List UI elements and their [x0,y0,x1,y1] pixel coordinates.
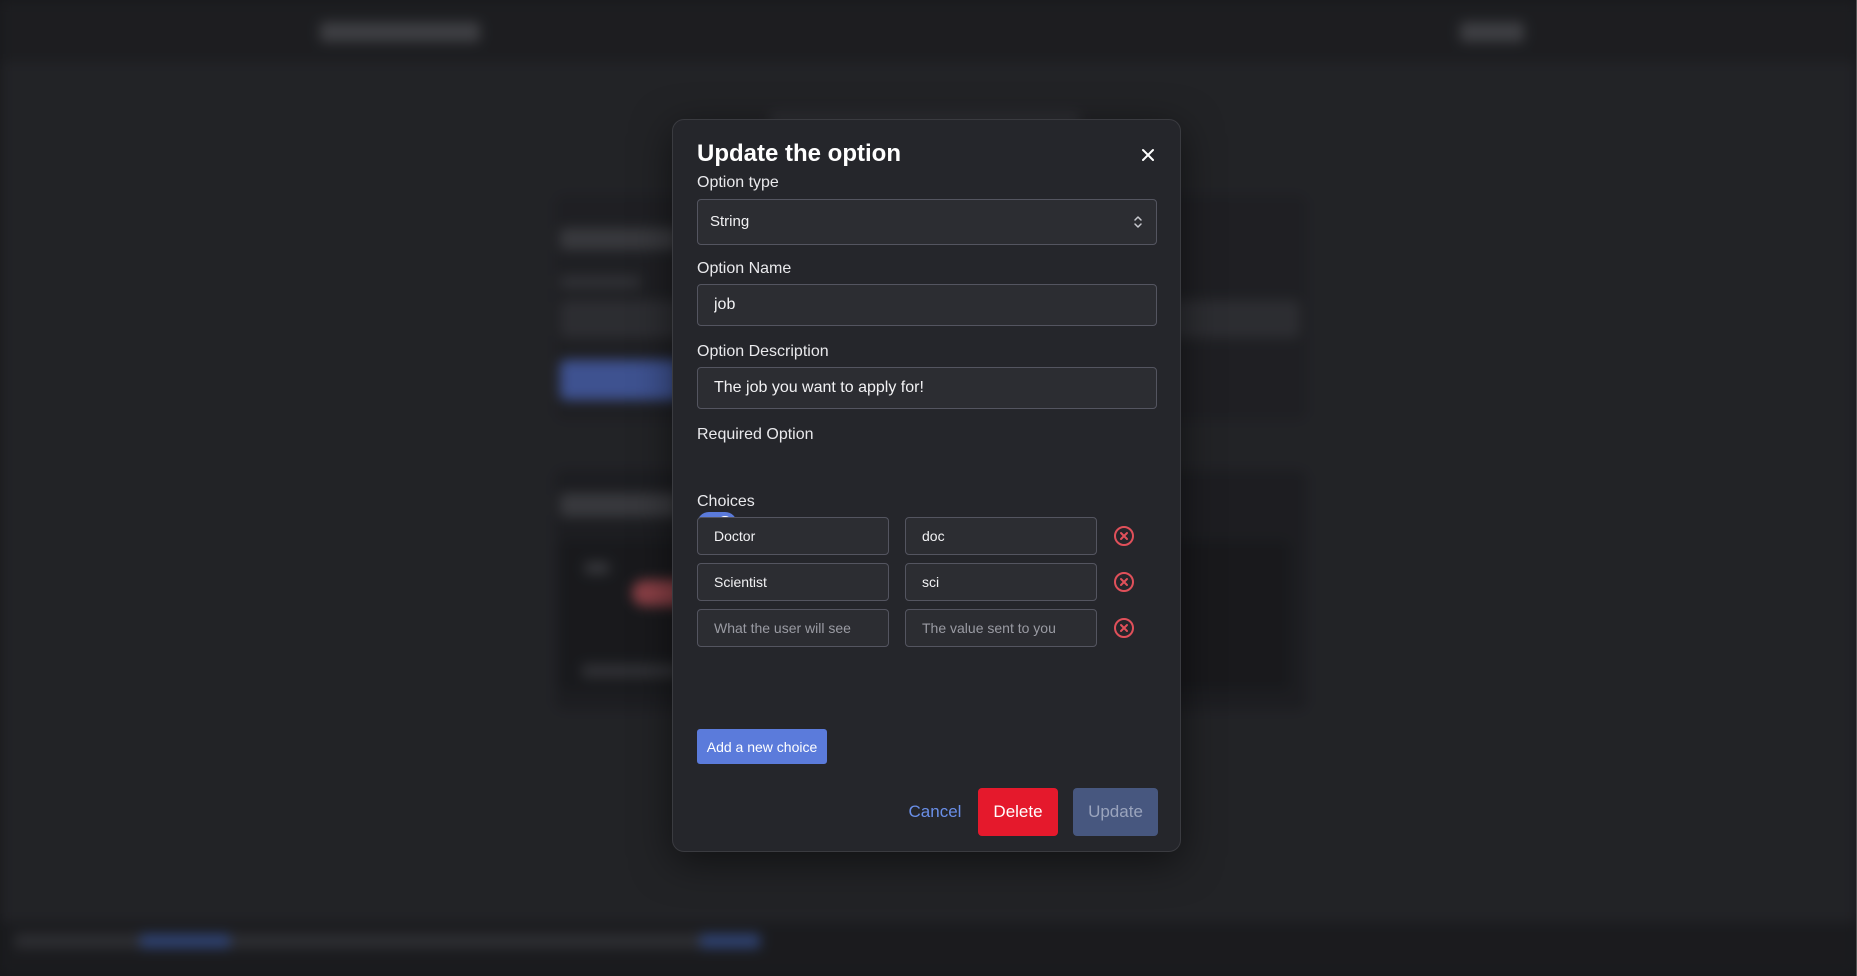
choice-value-input[interactable] [905,609,1097,647]
choice-name-input[interactable] [697,609,889,647]
remove-choice-icon[interactable] [1113,571,1135,593]
update-button[interactable]: Update [1073,788,1158,836]
cancel-button[interactable]: Cancel [895,788,975,836]
delete-button[interactable]: Delete [978,788,1058,836]
option-name-input[interactable] [697,284,1157,326]
option-description-input[interactable] [697,367,1157,409]
choice-value-input[interactable] [905,563,1097,601]
choice-name-input[interactable] [697,563,889,601]
choice-name-input[interactable] [697,517,889,555]
modal-title: Update the option [697,140,901,167]
option-type-select[interactable]: String [697,199,1157,245]
choices-label: Choices [697,493,755,510]
option-description-label: Option Description [697,343,829,360]
close-icon [1142,149,1154,161]
required-option-label: Required Option [697,426,814,443]
remove-choice-icon[interactable] [1113,617,1135,639]
add-choice-button[interactable]: Add a new choice [697,729,827,764]
chevron-up-down-icon [1134,216,1142,228]
option-type-value: String [710,213,750,230]
close-button[interactable] [1135,142,1161,168]
option-name-label: Option Name [697,260,792,277]
remove-choice-icon[interactable] [1113,525,1135,547]
update-option-modal: Update the option Option type String Opt… [672,119,1181,852]
option-type-label: Option type [697,174,779,191]
choice-value-input[interactable] [905,517,1097,555]
